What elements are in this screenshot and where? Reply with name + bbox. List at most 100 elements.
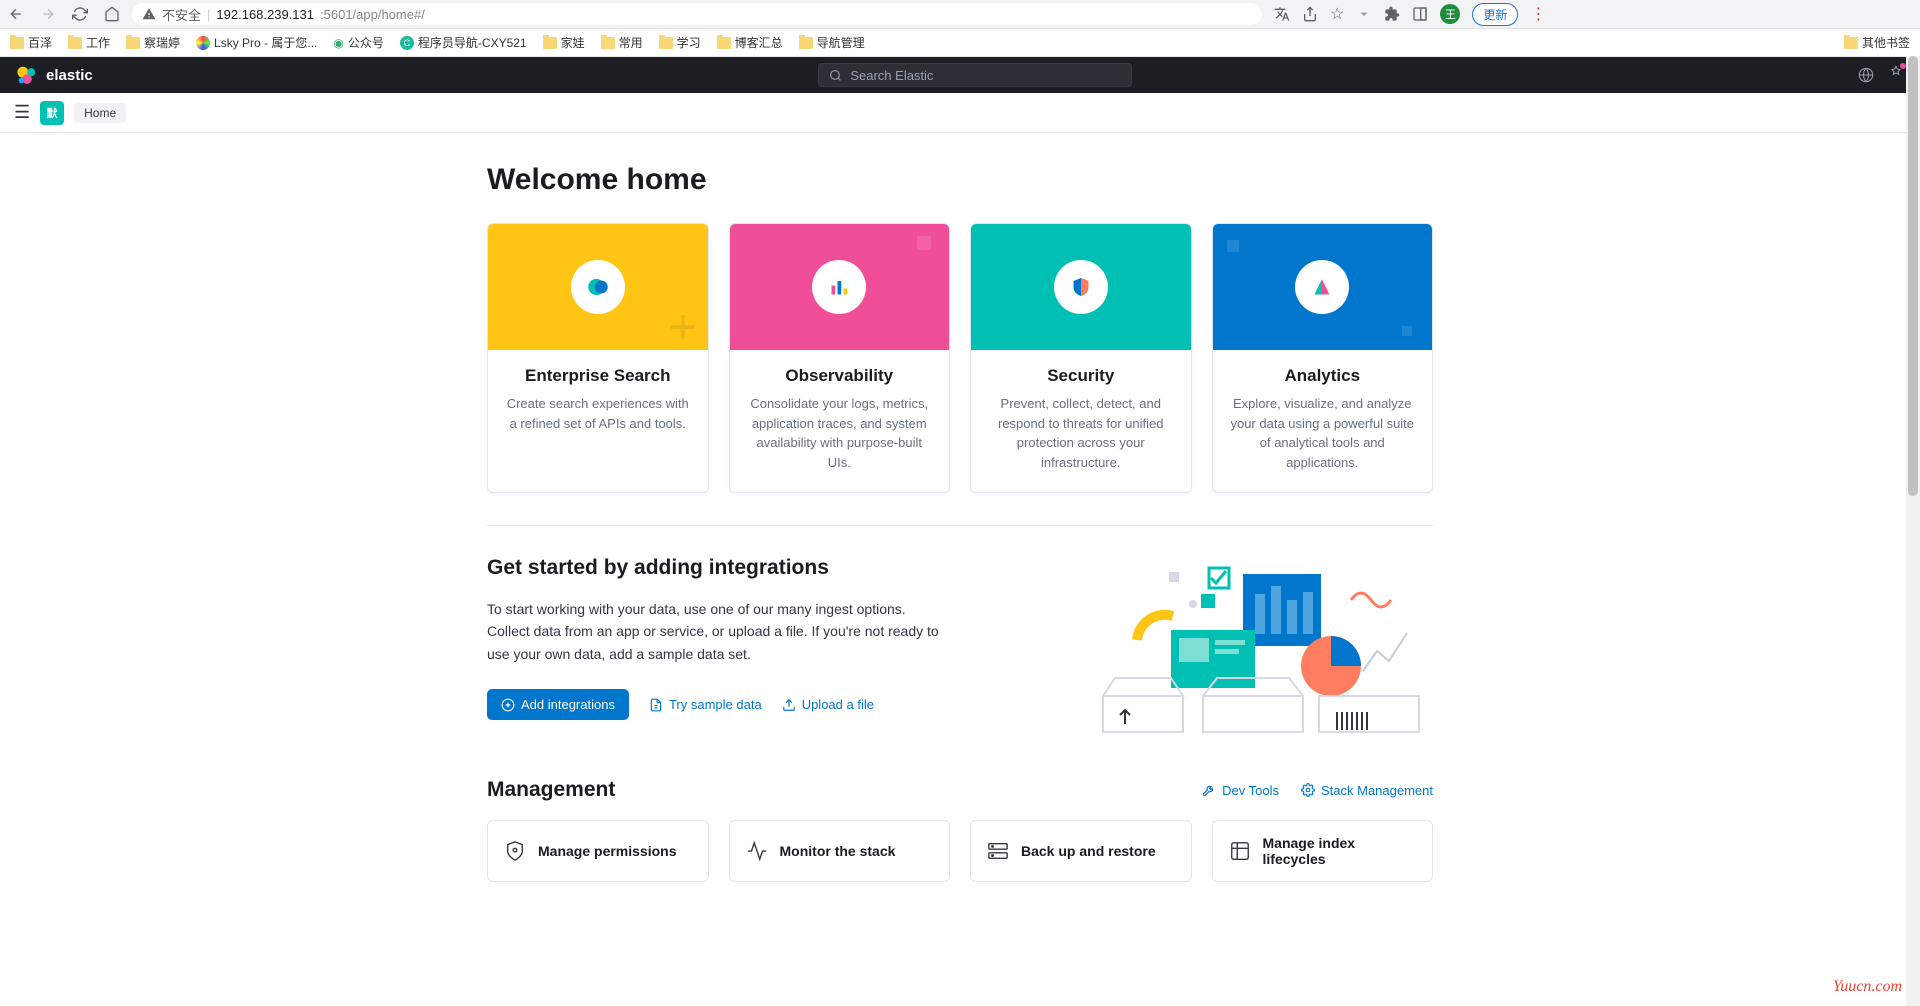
sub-header: ☰ 默 Home — [0, 93, 1920, 133]
card-desc: Explore, visualize, and analyze your dat… — [1227, 394, 1419, 472]
lsky-icon — [196, 36, 210, 50]
card-label: Monitor the stack — [780, 843, 896, 859]
other-bookmarks[interactable]: 其他书签 — [1844, 34, 1910, 51]
bookmark-item[interactable]: C程序员导航-CXY521 — [400, 34, 527, 51]
card-header: + — [488, 224, 708, 350]
card-header — [730, 224, 950, 350]
browser-toolbar: 不安全 | 192.168.239.131:5601/app/home#/ ☆ … — [0, 0, 1920, 29]
card-enterprise-search[interactable]: + Enterprise SearchCreate search experie… — [487, 223, 709, 493]
url-path: :5601/app/home#/ — [320, 7, 425, 22]
card-label: Manage index lifecycles — [1263, 835, 1417, 867]
breadcrumb[interactable]: Home — [74, 103, 126, 123]
search-placeholder: Search Elastic — [850, 68, 933, 83]
card-observability[interactable]: Observability Consolidate your logs, metr… — [729, 223, 951, 493]
folder-icon — [799, 37, 813, 49]
bookmarks-bar: 百泽 工作 察瑞婷 Lsky Pro - 属于您... ◉公众号 C程序员导航-… — [0, 29, 1920, 57]
backup-restore-card[interactable]: Back up and restore — [970, 820, 1192, 882]
dev-tools-link[interactable]: Dev Tools — [1202, 783, 1279, 798]
folder-icon — [1844, 37, 1858, 49]
bookmark-item[interactable]: Lsky Pro - 属于您... — [196, 34, 317, 51]
card-desc: Consolidate your logs, metrics, applicat… — [744, 394, 936, 472]
bookmark-item[interactable]: 百泽 — [10, 34, 52, 51]
enterprise-search-icon — [585, 274, 611, 300]
plus-circle-icon — [501, 698, 515, 712]
monitor-stack-card[interactable]: Monitor the stack — [729, 820, 951, 882]
add-integrations-button[interactable]: Add integrations — [487, 689, 629, 720]
brand-text: elastic — [46, 67, 93, 84]
elastic-header: elastic Search Elastic — [0, 57, 1920, 93]
security-icon — [1069, 275, 1093, 299]
cxy-icon: C — [400, 36, 414, 50]
bookmark-item[interactable]: 家娃 — [543, 34, 585, 51]
wechat-icon: ◉ — [333, 36, 343, 50]
header-actions — [1858, 65, 1904, 86]
window-icon[interactable] — [1412, 6, 1428, 22]
card-security[interactable]: SecurityPrevent, collect, detect, and re… — [970, 223, 1192, 493]
upload-file-link[interactable]: Upload a file — [782, 697, 874, 712]
insecure-icon — [142, 7, 156, 21]
folder-icon — [717, 37, 731, 49]
manage-permissions-card[interactable]: Manage permissions — [487, 820, 709, 882]
url-security-label: 不安全 — [162, 5, 201, 24]
url-host: 192.168.239.131 — [216, 7, 314, 22]
page-title: Welcome home — [487, 163, 1433, 197]
reload-icon[interactable] — [72, 6, 88, 22]
menu-dots-icon[interactable]: ⋮ — [1530, 4, 1546, 24]
folder-icon — [68, 37, 82, 49]
section-desc: To start working with your data, use one… — [487, 598, 947, 665]
translate-icon[interactable] — [1274, 6, 1290, 22]
card-label: Manage permissions — [538, 843, 677, 859]
card-analytics[interactable]: Analytics Explore, visualize, and analyze… — [1212, 223, 1434, 493]
star-icon[interactable]: ☆ — [1330, 4, 1344, 24]
section-title: Get started by adding integrations — [487, 556, 1053, 580]
storage-icon — [987, 840, 1009, 862]
space-selector[interactable]: 默 — [40, 101, 64, 125]
bookmark-item[interactable]: 导航管理 — [799, 34, 865, 51]
bookmark-item[interactable]: 工作 — [68, 34, 110, 51]
divider — [487, 525, 1433, 526]
bookmark-item[interactable]: 常用 — [601, 34, 643, 51]
wrench-icon — [1202, 783, 1216, 797]
address-bar[interactable]: 不安全 | 192.168.239.131:5601/app/home#/ — [132, 3, 1262, 25]
card-label: Back up and restore — [1021, 843, 1156, 859]
card-header — [1213, 224, 1433, 350]
update-button[interactable]: 更新 — [1472, 3, 1518, 26]
elastic-logo[interactable]: elastic — [16, 64, 93, 86]
try-sample-data-link[interactable]: Try sample data — [649, 697, 762, 712]
stack-management-link[interactable]: Stack Management — [1301, 783, 1433, 798]
card-title: Analytics — [1227, 366, 1419, 386]
globe-icon[interactable] — [1858, 67, 1874, 83]
search-input[interactable]: Search Elastic — [818, 63, 1132, 87]
upload-icon — [782, 698, 796, 712]
index-lifecycles-card[interactable]: Manage index lifecycles — [1212, 820, 1434, 882]
integrations-illustration — [1093, 556, 1433, 736]
bookmark-item[interactable]: ◉公众号 — [333, 34, 384, 51]
bookmark-item[interactable]: 博客汇总 — [717, 34, 783, 51]
forward-icon[interactable] — [40, 6, 56, 22]
menu-toggle-icon[interactable]: ☰ — [14, 102, 30, 123]
bookmark-item[interactable]: 察瑞婷 — [126, 34, 180, 51]
back-icon[interactable] — [8, 6, 24, 22]
heartbeat-icon — [746, 840, 768, 862]
scrollbar[interactable] — [1906, 56, 1920, 1006]
share-icon[interactable] — [1302, 6, 1318, 22]
folder-icon — [10, 37, 24, 49]
elastic-logo-icon — [16, 64, 38, 86]
bookmark-item[interactable]: 学习 — [659, 34, 701, 51]
extensions-icon[interactable] — [1384, 6, 1400, 22]
observability-icon — [827, 275, 851, 299]
document-icon — [649, 698, 663, 712]
card-title: Observability — [744, 366, 936, 386]
get-started-section: Get started by adding integrations To st… — [487, 556, 1433, 736]
folder-icon — [601, 37, 615, 49]
index-icon — [1229, 840, 1251, 862]
card-title: Enterprise Search — [502, 366, 694, 386]
watermark: Yuucn.com — [1833, 978, 1902, 996]
nav-arrows — [8, 6, 120, 22]
profile-avatar[interactable]: 王 — [1440, 4, 1460, 24]
chevron-down-icon[interactable] — [1356, 6, 1372, 22]
browser-actions: ☆ 王 更新 ⋮ — [1274, 3, 1546, 26]
home-icon[interactable] — [104, 6, 120, 22]
folder-icon — [543, 37, 557, 49]
newsfeed-icon[interactable] — [1888, 65, 1904, 86]
